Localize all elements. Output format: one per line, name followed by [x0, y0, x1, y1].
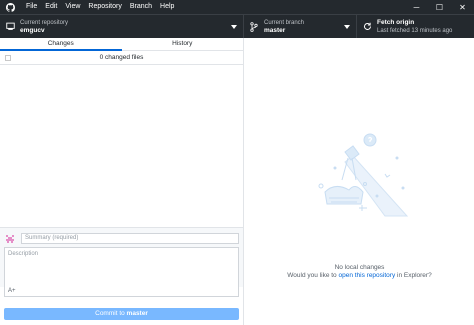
description-placeholder: Description — [8, 251, 39, 257]
repo-label: Current repository — [20, 19, 69, 26]
commit-button-branch: master — [126, 310, 148, 317]
fetch-origin-button[interactable]: Fetch origin Last fetched 13 minutes ago — [357, 15, 474, 38]
toolbar: Current repository emgucv Current branch… — [0, 14, 474, 38]
telescope-illustration — [318, 133, 409, 217]
branch-label: Current branch — [264, 19, 305, 26]
empty-state-title: No local changes — [334, 264, 385, 271]
chevron-down-icon — [231, 25, 237, 29]
changed-files-count: 0 changed files — [99, 54, 144, 61]
branch-name: master — [264, 26, 286, 34]
repo-name: emgucv — [20, 26, 45, 34]
changes-header: 0 changed files — [0, 51, 243, 65]
menu-branch[interactable]: Branch — [126, 0, 156, 14]
window-controls: ─ ☐ ✕ — [405, 0, 474, 14]
commit-button[interactable]: Commit to master — [4, 308, 239, 320]
github-logo-icon — [3, 0, 17, 14]
commit-panel: Summary (required) Description A+ — [0, 227, 243, 297]
tab-history[interactable]: History — [122, 38, 244, 50]
current-branch-dropdown[interactable]: Current branch master — [244, 15, 357, 38]
menu-help[interactable]: Help — [156, 0, 178, 14]
sync-icon — [359, 22, 375, 31]
current-repository-dropdown[interactable]: Current repository emgucv — [0, 15, 244, 38]
add-coauthor-button[interactable]: A+ — [8, 288, 16, 294]
minimize-button[interactable]: ─ — [405, 0, 428, 14]
commit-description-input[interactable]: Description A+ — [4, 247, 239, 297]
empty-state-message: Would you like to open this repository i… — [245, 272, 474, 279]
title-bar: File Edit View Repository Branch Help ─ … — [0, 0, 474, 14]
commit-button-prefix: Commit to — [95, 310, 127, 317]
menu-file[interactable]: File — [22, 0, 41, 14]
last-fetched-text: Last fetched 13 minutes ago — [377, 27, 453, 34]
tab-bar: Changes History — [0, 38, 243, 51]
chevron-down-icon — [344, 25, 350, 29]
open-in-explorer-link[interactable]: open this repository — [338, 272, 395, 279]
empty-state-suffix: in Explorer? — [395, 272, 432, 279]
branch-icon — [246, 21, 262, 32]
menu-view[interactable]: View — [61, 0, 84, 14]
menu-bar: File Edit View Repository Branch Help — [22, 0, 178, 14]
fetch-label: Fetch origin — [377, 18, 415, 26]
menu-repository[interactable]: Repository — [84, 0, 125, 14]
tab-changes[interactable]: Changes — [0, 38, 122, 51]
close-button[interactable]: ✕ — [451, 0, 474, 14]
maximize-button[interactable]: ☐ — [428, 0, 451, 14]
menu-edit[interactable]: Edit — [41, 0, 61, 14]
empty-state-prefix: Would you like to — [287, 272, 339, 279]
avatar — [4, 233, 15, 244]
commit-summary-input[interactable]: Summary (required) — [21, 233, 239, 244]
repo-icon — [2, 22, 18, 31]
main-content: No local changes Would you like to open … — [245, 38, 474, 325]
